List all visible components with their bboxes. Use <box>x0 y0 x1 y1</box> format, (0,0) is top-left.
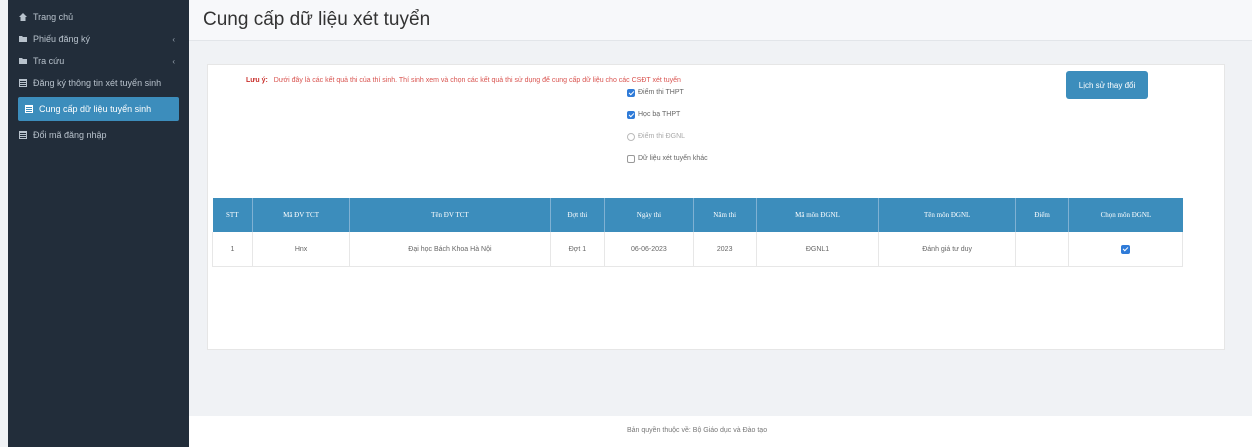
home-icon <box>18 12 28 22</box>
sidebar-item-label: Tra cứu <box>33 56 65 66</box>
checkbox-checked[interactable] <box>627 110 635 119</box>
column-header: Điểm <box>1015 198 1070 232</box>
footer-text: Bản quyền thuộc về: Bộ Giáo dục và Đào t… <box>627 427 768 434</box>
notice-prefix: Lưu ý: <box>246 77 268 84</box>
footer: Bản quyền thuộc về: Bộ Giáo dục và Đào t… <box>189 416 1252 447</box>
filter-label: Điểm thi THPT <box>638 89 684 96</box>
table-cell: Đánh giá tư duy <box>878 232 1016 267</box>
table-icon <box>18 78 28 88</box>
column-header: Năm thi <box>693 198 757 232</box>
sidebar-item-label: Cung cấp dữ liệu tuyển sinh <box>39 104 152 114</box>
sidebar-item-change-login-code[interactable]: Đổi mã đăng nhập <box>8 124 189 146</box>
table-cell: ĐGNL1 <box>755 232 880 267</box>
table-cell: 2023 <box>692 232 757 267</box>
table-cell: Hnx <box>252 232 351 267</box>
table-icon <box>18 130 28 140</box>
sidebar: Trang chủ Phiếu đăng ký ‹ Tra cứu ‹ Đăng… <box>8 0 189 447</box>
sidebar-item-home[interactable]: Trang chủ <box>8 6 189 28</box>
table-icon <box>24 104 34 114</box>
checkbox-checked[interactable] <box>627 88 635 97</box>
radio-disabled <box>627 132 635 141</box>
sidebar-item-label: Đăng ký thông tin xét tuyển sinh <box>33 78 162 88</box>
filter-label: Học bạ THPT <box>638 111 681 118</box>
table-cell: 1 <box>211 232 254 267</box>
filter-other-data[interactable]: Dữ liệu xét tuyển khác <box>627 152 708 165</box>
sidebar-item-label: Trang chủ <box>33 12 74 22</box>
column-header: Mã ĐV TCT <box>252 198 351 232</box>
table-header-row: STT Mã ĐV TCT Tên ĐV TCT Đợt thi Ngày th… <box>212 198 1183 232</box>
main-content: Cung cấp dữ liệu xét tuyển Lưu ý: Dưới đâ… <box>189 0 1252 447</box>
filter-label: Điểm thi ĐGNL <box>638 133 686 140</box>
sidebar-item-label: Phiếu đăng ký <box>33 34 91 44</box>
page-header: Cung cấp dữ liệu xét tuyển <box>189 0 1252 41</box>
checkbox-unchecked[interactable] <box>627 154 635 163</box>
column-header: Ngày thi <box>604 198 694 232</box>
table-cell-select <box>1068 232 1183 267</box>
sidebar-item-provide-data[interactable]: Cung cấp dữ liệu tuyển sinh <box>18 97 179 121</box>
data-source-filters: Điểm thi THPT Học bạ THPT Điểm thi ĐGNL … <box>627 86 708 174</box>
column-header: Mã môn ĐGNL <box>756 198 880 232</box>
folder-icon <box>18 34 28 44</box>
select-dgnl-checkbox[interactable] <box>1121 244 1131 254</box>
table-cell: 06-06-2023 <box>604 232 694 267</box>
table-cell: Đại học Bách Khoa Hà Nội <box>349 232 551 267</box>
table-cell: Đợt 1 <box>549 232 606 267</box>
table-cell <box>1014 232 1070 267</box>
notice-text: Lưu ý: Dưới đây là các kết quả thi của th… <box>246 77 681 84</box>
history-button[interactable]: Lịch sử thay đổi <box>1066 71 1148 99</box>
column-header: STT <box>212 198 254 232</box>
sidebar-item-registration-form[interactable]: Phiếu đăng ký ‹ <box>8 28 189 50</box>
sidebar-item-admission-registration[interactable]: Đăng ký thông tin xét tuyển sinh <box>8 72 189 94</box>
column-header: Đợt thi <box>550 198 606 232</box>
chevron-left-icon: ‹ <box>172 35 175 44</box>
sidebar-item-lookup[interactable]: Tra cứu ‹ <box>8 50 189 72</box>
page-title: Cung cấp dữ liệu xét tuyển <box>203 9 431 30</box>
table-row: 1 Hnx Đại học Bách Khoa Hà Nội Đợt 1 06-… <box>211 232 1183 267</box>
filter-thpt-transcript[interactable]: Học bạ THPT <box>627 108 708 121</box>
chevron-left-icon: ‹ <box>172 57 175 66</box>
filter-thpt-score[interactable]: Điểm thi THPT <box>627 86 708 99</box>
filter-dgnl-score: Điểm thi ĐGNL <box>627 130 708 143</box>
sidebar-item-label: Đổi mã đăng nhập <box>33 130 107 140</box>
filter-label: Dữ liệu xét tuyển khác <box>638 155 708 162</box>
column-header: Chọn môn ĐGNL <box>1068 198 1183 232</box>
results-table: STT Mã ĐV TCT Tên ĐV TCT Đợt thi Ngày th… <box>211 198 1183 267</box>
column-header: Tên ĐV TCT <box>349 198 551 232</box>
folder-icon <box>18 56 28 66</box>
notice-message: Dưới đây là các kết quả thi của thí sinh… <box>273 77 681 84</box>
column-header: Tên môn ĐGNL <box>878 198 1016 232</box>
